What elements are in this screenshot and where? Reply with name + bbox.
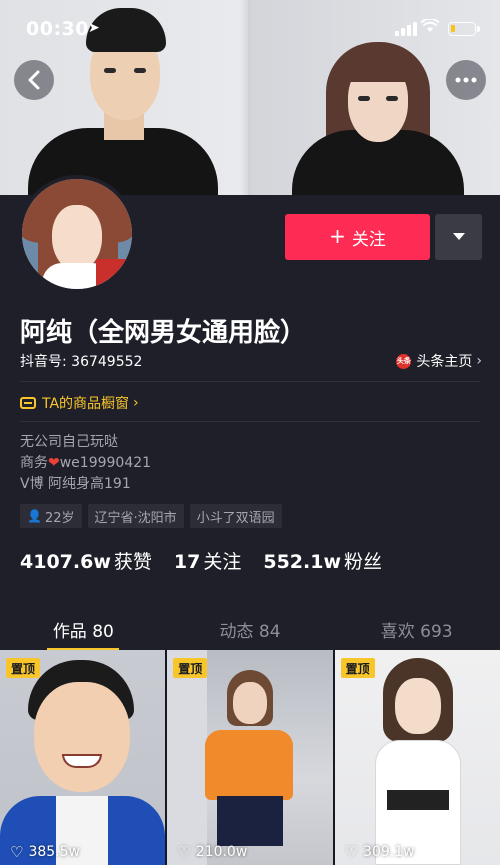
- age-label: 22岁: [44, 510, 75, 526]
- heart-icon: ❤: [48, 455, 60, 471]
- fans-label: 粉丝: [344, 551, 383, 573]
- heart-outline-icon: ♡: [177, 843, 191, 861]
- bio-business-prefix: 商务: [20, 455, 48, 471]
- video-likes-count: 210.0w: [195, 844, 248, 860]
- school-tag: 小斗了双语园: [189, 504, 282, 528]
- pinned-badge: 置顶: [6, 658, 41, 678]
- location-arrow-icon: ➤: [88, 20, 100, 36]
- status-bar: 00:30 ➤: [0, 14, 500, 42]
- shop-cart-icon: [20, 397, 36, 409]
- tab-dynamics[interactable]: 动态 84: [167, 605, 334, 650]
- douyin-id: 抖音号: 36749552: [20, 354, 143, 370]
- profile-stats: 4107.6w 获赞 17 关注 552.1w 粉丝: [20, 547, 404, 574]
- pinned-badge: 置顶: [173, 658, 208, 678]
- battery-level: [451, 25, 456, 32]
- pinned-badge: 置顶: [340, 658, 375, 678]
- plus-icon: +: [329, 224, 346, 248]
- eye: [134, 68, 146, 73]
- more-button[interactable]: [446, 60, 486, 100]
- avatar-face: [52, 205, 102, 271]
- heart-outline-icon: ♡: [344, 843, 359, 861]
- follow-button[interactable]: + 关注: [285, 214, 430, 260]
- status-time: 00:30: [26, 18, 89, 40]
- video-likes: ♡ 309.1w: [345, 843, 415, 861]
- fans-count: 552.1w: [263, 551, 342, 573]
- shop-label: TA的商品橱窗: [42, 396, 130, 412]
- bio-line-3: V博 阿纯身高191: [20, 476, 131, 492]
- eye: [358, 96, 370, 101]
- video-likes-count: 309.1w: [363, 844, 415, 860]
- tab-works[interactable]: 作品 80: [0, 605, 167, 650]
- thumb-figure-shirt: [205, 730, 294, 800]
- video-thumbnail[interactable]: 置顶 ♡ 309.1w: [334, 650, 500, 865]
- thumb-figure-face: [34, 682, 130, 792]
- video-likes: ♡ 385.5w: [10, 843, 80, 861]
- bio-business-contact: we19990421: [59, 455, 152, 471]
- divider: [20, 421, 480, 422]
- toutiao-label: 头条主页: [416, 354, 473, 370]
- cover-person-right-bangs: [340, 48, 416, 82]
- following-count: 17: [173, 551, 201, 573]
- age-tag: 👤 22岁: [20, 504, 82, 528]
- recommend-dropdown-button[interactable]: [435, 214, 482, 260]
- thumb-figure-skirt: [217, 796, 284, 846]
- wifi-icon: [420, 17, 440, 37]
- video-likes-count: 385.5w: [28, 844, 80, 860]
- chevron-right-icon: ›: [476, 353, 482, 369]
- avatar-ribbon: [96, 259, 126, 289]
- content-tabs: 作品 80 动态 84 喜欢 693: [0, 605, 500, 650]
- thumb-figure-face: [233, 682, 268, 724]
- fans-stat[interactable]: 552.1w 粉丝: [263, 547, 382, 574]
- back-button[interactable]: [14, 60, 54, 100]
- thumb-figure-belt: [386, 790, 449, 810]
- video-grid: 置顶 ♡ 385.5w 置顶 ♡ 210.0w 置顶 ♡ 309.1w: [0, 650, 500, 865]
- person-icon: 👤: [27, 509, 42, 523]
- following-stat[interactable]: 17 关注: [174, 547, 241, 574]
- location-label: 辽宁省·沈阳市: [94, 510, 177, 526]
- likes-count: 4107.6w: [20, 551, 111, 573]
- divider: [20, 381, 480, 382]
- bio-line-2: 商务❤we19990421: [20, 452, 151, 472]
- following-label: 关注: [203, 551, 242, 573]
- chevron-right-icon: ›: [133, 395, 139, 411]
- eye: [104, 68, 116, 73]
- caret-down-icon: [452, 233, 465, 240]
- likes-stat: 4107.6w 获赞: [20, 547, 152, 574]
- thumb-figure-face: [394, 678, 441, 734]
- tab-likes[interactable]: 喜欢 693: [333, 605, 500, 650]
- cellular-signal-icon: [395, 22, 417, 36]
- toutiao-icon: 头条: [396, 353, 412, 369]
- battery-icon: [448, 22, 480, 36]
- thumb-door: [167, 650, 208, 865]
- school-label: 小斗了双语园: [196, 510, 275, 526]
- profile-tags: 👤 22岁 辽宁省·沈阳市 小斗了双语园: [20, 504, 282, 528]
- more-dots-icon: [455, 77, 477, 83]
- heart-outline-icon: ♡: [10, 843, 24, 861]
- eye: [386, 96, 398, 101]
- profile-name: 阿纯（全网男女通用脸）: [20, 318, 307, 348]
- shop-window-link[interactable]: TA的商品橱窗 ›: [20, 393, 139, 413]
- chevron-left-icon: [28, 70, 40, 90]
- video-likes: ♡ 210.0w: [177, 843, 247, 861]
- video-thumbnail[interactable]: 置顶 ♡ 385.5w: [0, 650, 166, 865]
- bio-line-1: 无公司自己玩哒: [20, 434, 118, 450]
- video-thumbnail[interactable]: 置顶 ♡ 210.0w: [167, 650, 333, 865]
- toutiao-homepage-link[interactable]: 头条 头条主页 ›: [396, 351, 482, 371]
- location-tag: 辽宁省·沈阳市: [87, 504, 184, 528]
- follow-label: 关注: [351, 229, 386, 250]
- avatar[interactable]: [18, 175, 136, 293]
- likes-label: 获赞: [113, 551, 152, 573]
